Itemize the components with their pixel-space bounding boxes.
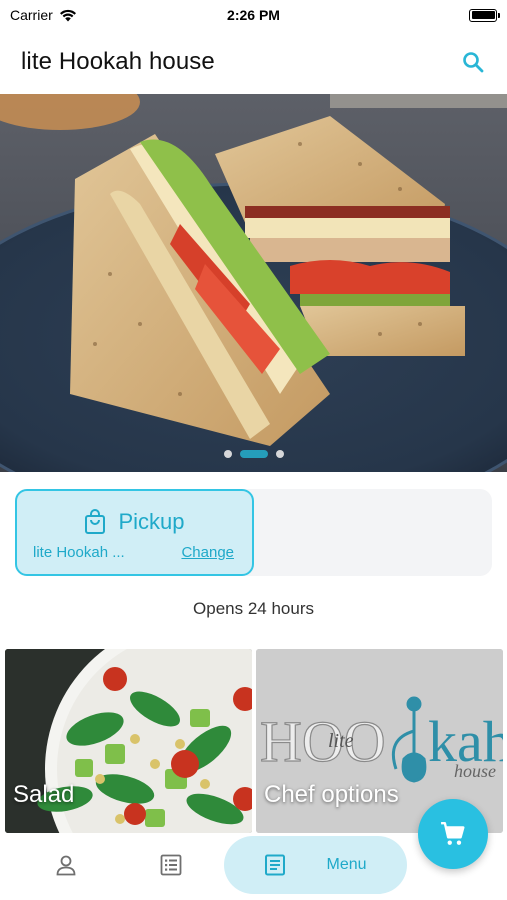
category-card-salad[interactable]: Salad [5,649,252,833]
logo-hoo: HOO [260,709,386,774]
carousel-dot-active[interactable] [239,450,268,458]
opening-hours: Opens 24 hours [193,599,314,618]
logo-lite: lite [328,730,354,752]
pickup-option[interactable]: Pickup lite Hookah ... Change [15,489,254,576]
cart-button[interactable] [418,799,488,869]
nav-menu[interactable]: Menu [224,836,407,894]
pickup-label: Pickup [118,509,185,534]
change-location-link[interactable]: Change [181,544,234,561]
hero-sandwich-image [0,94,507,472]
pickup-details: lite Hookah ... Change [33,544,234,561]
search-icon [463,52,484,73]
person-icon [56,855,76,876]
carrier-label: Carrier [10,7,53,23]
category-grid: Salad HOO lite kah house Chef options [5,649,503,833]
order-mode-selector: Pickup lite Hookah ... Change [15,489,492,576]
status-bar: Carrier 2:26 PM [0,0,507,30]
app-header: lite Hookah house [0,30,507,94]
battery-icon [469,8,500,22]
list-icon [160,854,182,876]
carousel-dot[interactable] [223,450,232,458]
pickup-header: Pickup [17,509,252,535]
carousel-indicator[interactable] [0,450,507,458]
wifi-icon [59,9,76,21]
category-label: Salad [13,781,75,808]
hero-carousel[interactable] [0,94,507,472]
pickup-location: lite Hookah ... [33,544,125,561]
carousel-dot[interactable] [275,450,284,458]
nav-profile[interactable] [48,845,84,885]
shopping-bag-icon [85,509,106,534]
search-button[interactable] [457,46,489,78]
menu-icon [265,854,286,876]
nav-menu-label: Menu [326,856,367,873]
cart-icon [441,821,465,845]
logo-house: house [454,761,496,781]
category-label: Chef options [264,781,399,808]
nav-orders[interactable] [153,845,189,885]
status-left: Carrier [10,7,77,23]
page-title: lite Hookah house [21,48,215,75]
